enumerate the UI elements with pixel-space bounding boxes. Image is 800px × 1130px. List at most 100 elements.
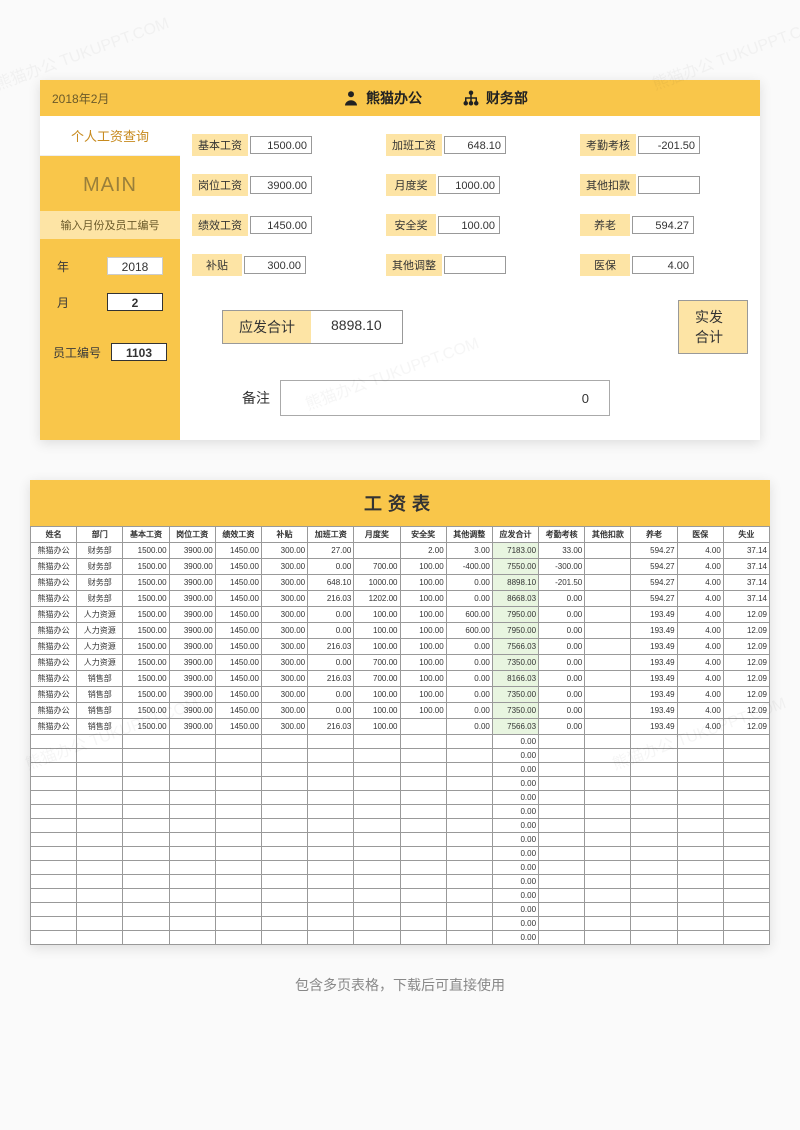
table-cell[interactable]: 12.09 [723,607,769,623]
table-cell[interactable] [446,791,492,805]
table-cell[interactable] [308,889,354,903]
table-cell[interactable]: 人力资源 [77,655,123,671]
table-cell[interactable] [77,805,123,819]
table-cell[interactable]: 0.00 [308,623,354,639]
table-cell[interactable] [400,791,446,805]
table-cell[interactable] [723,833,769,847]
table-cell[interactable]: 1450.00 [215,623,261,639]
table-cell[interactable] [585,623,631,639]
table-cell[interactable] [31,917,77,931]
table-cell[interactable] [631,931,677,945]
table-cell[interactable]: 300.00 [261,591,307,607]
table-cell[interactable] [400,931,446,945]
table-cell[interactable]: 0.00 [308,703,354,719]
table-cell[interactable]: 4.00 [677,703,723,719]
table-cell[interactable] [308,847,354,861]
table-cell[interactable]: 熊猫办公 [31,559,77,575]
table-cell[interactable] [123,763,169,777]
table-cell[interactable] [539,791,585,805]
table-cell[interactable] [400,819,446,833]
table-cell[interactable]: 12.09 [723,671,769,687]
table-cell[interactable] [261,875,307,889]
table-cell[interactable] [123,847,169,861]
table-cell[interactable]: 12.09 [723,719,769,735]
table-cell[interactable]: 7550.00 [492,559,538,575]
table-cell[interactable]: 300.00 [261,559,307,575]
table-cell[interactable] [400,875,446,889]
table-cell[interactable] [631,819,677,833]
table-cell[interactable] [539,917,585,931]
table-cell[interactable] [308,805,354,819]
table-cell[interactable] [631,861,677,875]
table-cell[interactable] [446,861,492,875]
table-cell[interactable]: 648.10 [308,575,354,591]
table-cell[interactable] [539,847,585,861]
table-cell[interactable] [631,777,677,791]
table-cell[interactable] [308,763,354,777]
table-cell[interactable] [215,749,261,763]
table-cell[interactable] [354,543,400,559]
table-cell[interactable]: 0.00 [492,875,538,889]
table-cell[interactable]: 193.49 [631,655,677,671]
table-cell[interactable] [631,875,677,889]
table-cell[interactable] [677,931,723,945]
table-cell[interactable]: 3900.00 [169,543,215,559]
table-cell[interactable]: 7350.00 [492,655,538,671]
table-cell[interactable] [77,833,123,847]
table-cell[interactable] [354,847,400,861]
table-cell[interactable]: -400.00 [446,559,492,575]
field-value[interactable]: -201.50 [638,136,700,154]
table-cell[interactable]: 0.00 [492,903,538,917]
table-cell[interactable] [585,575,631,591]
table-cell[interactable] [215,889,261,903]
table-cell[interactable] [308,903,354,917]
table-cell[interactable]: 4.00 [677,671,723,687]
table-cell[interactable]: 193.49 [631,607,677,623]
table-cell[interactable] [677,903,723,917]
table-cell[interactable] [261,819,307,833]
table-cell[interactable] [354,819,400,833]
table-cell[interactable]: 熊猫办公 [31,623,77,639]
table-cell[interactable]: 1500.00 [123,543,169,559]
table-cell[interactable] [77,931,123,945]
table-cell[interactable] [169,917,215,931]
table-cell[interactable] [77,917,123,931]
table-cell[interactable] [261,931,307,945]
table-cell[interactable] [723,903,769,917]
table-cell[interactable]: 100.00 [400,671,446,687]
table-cell[interactable] [446,917,492,931]
table-cell[interactable]: 财务部 [77,575,123,591]
table-cell[interactable] [215,875,261,889]
table-cell[interactable]: 3900.00 [169,559,215,575]
table-cell[interactable] [723,889,769,903]
table-cell[interactable] [215,791,261,805]
table-cell[interactable] [215,777,261,791]
table-cell[interactable] [677,819,723,833]
table-cell[interactable]: 193.49 [631,687,677,703]
table-cell[interactable] [539,861,585,875]
table-cell[interactable]: 216.03 [308,671,354,687]
table-cell[interactable]: 1450.00 [215,719,261,735]
table-cell[interactable] [585,607,631,623]
table-cell[interactable] [585,703,631,719]
field-value[interactable]: 1450.00 [250,216,312,234]
table-cell[interactable] [446,777,492,791]
table-cell[interactable] [446,805,492,819]
table-cell[interactable] [539,735,585,749]
table-cell[interactable] [308,791,354,805]
table-cell[interactable] [723,805,769,819]
table-cell[interactable]: 0.00 [446,703,492,719]
table-cell[interactable] [77,861,123,875]
table-cell[interactable] [169,833,215,847]
table-cell[interactable]: 3900.00 [169,623,215,639]
table-cell[interactable] [585,875,631,889]
table-cell[interactable] [354,763,400,777]
table-cell[interactable]: 1500.00 [123,591,169,607]
table-cell[interactable] [215,847,261,861]
table-cell[interactable]: 12.09 [723,623,769,639]
table-cell[interactable] [677,749,723,763]
table-cell[interactable] [31,875,77,889]
table-cell[interactable] [723,875,769,889]
field-value[interactable]: 300.00 [244,256,306,274]
table-cell[interactable]: 0.00 [492,791,538,805]
